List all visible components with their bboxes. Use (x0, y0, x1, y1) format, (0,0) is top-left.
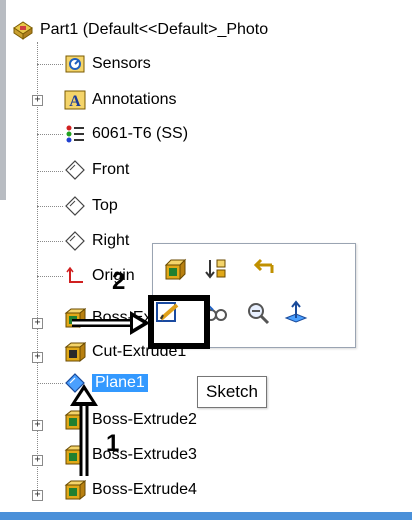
tree-root-label: Part1 (Default<<Default>_Photo (40, 21, 269, 38)
expand-boss-extrude1-toggle[interactable]: + (32, 318, 43, 329)
part-icon (12, 19, 34, 41)
tree-connector (37, 134, 63, 135)
cut-extrude-icon (64, 341, 86, 363)
rollback-icon (253, 258, 274, 273)
plane-icon (64, 159, 86, 181)
rollback-button[interactable] (249, 254, 279, 284)
sort-button[interactable] (201, 254, 231, 284)
tree-item-front-plane[interactable]: Front (64, 156, 129, 184)
expand-annotations-toggle[interactable]: + (32, 95, 43, 106)
step1-label: 1 (106, 430, 120, 457)
tree-item-label: Boss-Extrude2 (92, 411, 197, 428)
tree-connector (37, 241, 63, 242)
tree-item-label: Top (92, 197, 118, 214)
sensors-icon (64, 53, 86, 75)
annotations-icon: A (64, 89, 86, 111)
expand-boss-extrude4-toggle[interactable]: + (32, 490, 43, 501)
step1-arrow (70, 384, 98, 476)
sketch-highlight-frame (148, 295, 210, 349)
expand-boss-extrude2-toggle[interactable]: + (32, 420, 43, 431)
tree-connector (37, 383, 63, 384)
zoom-to-selection-button[interactable] (243, 298, 273, 328)
sketch-tooltip: Sketch (197, 376, 267, 408)
tree-item-label: 6061-T6 (SS) (92, 125, 189, 142)
tree-item-sensors[interactable]: Sensors (64, 50, 151, 78)
expand-boss-extrude3-toggle[interactable]: + (32, 455, 43, 466)
tree-item-label: Boss-Extrude4 (92, 481, 197, 498)
zoom-to-selection-icon (248, 303, 270, 325)
tree-root-part[interactable]: Part1 (Default<<Default>_Photo (12, 16, 268, 44)
tree-item-top-plane[interactable]: Top (64, 192, 118, 220)
expand-cut-extrude1-toggle[interactable]: + (32, 352, 43, 363)
step2-arrow (72, 311, 150, 335)
feature-properties-button[interactable] (161, 254, 191, 284)
normal-to-icon (284, 300, 308, 323)
tree-item-right-plane[interactable]: Right (64, 227, 129, 255)
tree-connector (37, 276, 63, 277)
panel-bottom-edge (0, 512, 412, 520)
extrude-icon (64, 479, 86, 501)
feature-properties-icon (164, 258, 187, 281)
tree-item-label: Annotations (92, 91, 177, 108)
tree-item-annotations[interactable]: A Annotations (64, 86, 177, 114)
tree-item-boss-extrude4[interactable]: Boss-Extrude4 (64, 476, 197, 504)
step2-label: 2 (112, 268, 126, 295)
plane-icon (64, 230, 86, 252)
tree-item-material[interactable]: 6061-T6 (SS) (64, 120, 188, 148)
left-scroll-edge (0, 0, 6, 200)
tree-connector (37, 64, 63, 65)
tree-connector (37, 171, 63, 172)
tree-item-label-selected: Plane1 (92, 374, 148, 392)
tree-connector (37, 206, 63, 207)
origin-icon (64, 265, 86, 287)
tree-item-label: Front (92, 161, 130, 178)
normal-to-button[interactable] (281, 298, 311, 328)
svg-text:A: A (69, 93, 81, 110)
sort-icon (205, 259, 226, 279)
material-icon (64, 123, 86, 145)
plane-icon (64, 195, 86, 217)
tree-item-label: Right (92, 232, 130, 249)
tree-item-label: Sensors (92, 55, 151, 72)
